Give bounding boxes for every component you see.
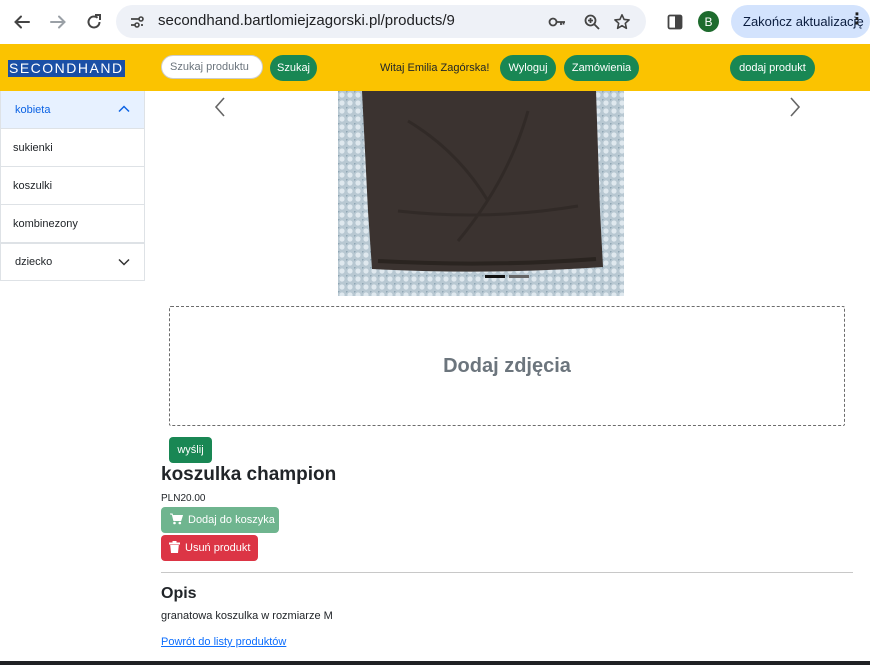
add-product-button[interactable]: dodaj produkt xyxy=(730,55,815,81)
product-title: koszulka champion xyxy=(161,464,337,485)
address-bar[interactable]: secondhand.bartlomiejzagorski.pl/product… xyxy=(116,5,646,38)
carousel-indicator-1[interactable] xyxy=(485,275,505,278)
sidebar-item-label: kombinezony xyxy=(13,217,78,230)
photo-dropzone[interactable]: Dodaj zdjęcia xyxy=(169,306,845,426)
section-divider xyxy=(161,572,853,573)
key-icon[interactable] xyxy=(548,13,566,31)
update-label: Zakończ aktualizację xyxy=(743,14,864,29)
sidebar-item-kombinezony[interactable]: kombinezony xyxy=(0,205,145,243)
profile-avatar[interactable]: B xyxy=(698,11,719,32)
sidebar-item-label: sukienki xyxy=(13,141,53,154)
zoom-icon[interactable] xyxy=(583,13,601,31)
side-panel-icon[interactable] xyxy=(663,10,687,34)
delete-product-button[interactable]: Usuń produkt xyxy=(161,535,258,561)
sidebar-group-label: dziecko xyxy=(15,256,53,268)
orders-button[interactable]: Zamówienia xyxy=(564,55,639,81)
chevron-up-icon xyxy=(118,103,130,118)
search-input[interactable] xyxy=(161,55,263,79)
browser-toolbar: secondhand.bartlomiejzagorski.pl/product… xyxy=(0,0,870,44)
search-button[interactable]: Szukaj xyxy=(270,55,317,81)
sidebar-group-label: kobieta xyxy=(15,103,51,116)
carousel-prev-icon[interactable] xyxy=(210,97,230,117)
description-text: granatowa koszulka w rozmiarze M xyxy=(161,610,333,622)
sidebar-group-kobieta[interactable]: kobieta xyxy=(0,91,145,129)
product-price: PLN20.00 xyxy=(161,493,206,504)
carousel-next-icon[interactable] xyxy=(785,97,805,117)
trash-icon xyxy=(169,540,180,556)
logout-button[interactable]: Wyloguj xyxy=(500,55,556,81)
brand-logo[interactable]: SECONDHAND xyxy=(8,60,125,77)
back-to-list-link[interactable]: Powrót do listy produktów xyxy=(161,636,286,648)
url-text[interactable]: secondhand.bartlomiejzagorski.pl/product… xyxy=(158,12,455,29)
cart-icon xyxy=(170,513,184,528)
carousel-indicator-2[interactable] xyxy=(509,275,529,278)
forward-arrow-icon[interactable] xyxy=(46,10,70,34)
sidebar-item-label: koszulki xyxy=(13,179,53,192)
delete-product-label: Usuń produkt xyxy=(185,542,251,554)
description-heading: Opis xyxy=(161,585,197,602)
sidebar-item-sukienki[interactable]: sukienki xyxy=(0,129,145,167)
taskbar-edge xyxy=(0,661,870,665)
site-settings-icon[interactable] xyxy=(128,13,146,31)
category-sidebar: kobieta sukienki koszulki kombinezony dz… xyxy=(0,91,145,281)
menu-kebab-icon[interactable]: ⋮ xyxy=(849,9,865,29)
product-photo xyxy=(338,91,624,296)
site-navbar: SECONDHAND Szukaj Witaj Emilia Zagórska!… xyxy=(0,44,870,91)
upload-send-button[interactable]: wyślij xyxy=(169,437,212,463)
add-to-cart-label: Dodaj do koszyka xyxy=(188,514,275,526)
dropzone-label: Dodaj zdjęcia xyxy=(443,354,571,377)
bookmark-star-icon[interactable] xyxy=(613,13,631,31)
sidebar-group-dziecko[interactable]: dziecko xyxy=(0,243,145,281)
welcome-text: Witaj Emilia Zagórska! xyxy=(380,62,490,74)
sidebar-item-koszulki[interactable]: koszulki xyxy=(0,167,145,205)
reload-icon[interactable] xyxy=(82,10,106,34)
add-to-cart-button[interactable]: Dodaj do koszyka xyxy=(161,507,279,533)
back-arrow-icon[interactable] xyxy=(10,10,34,34)
chevron-down-icon xyxy=(118,256,130,271)
